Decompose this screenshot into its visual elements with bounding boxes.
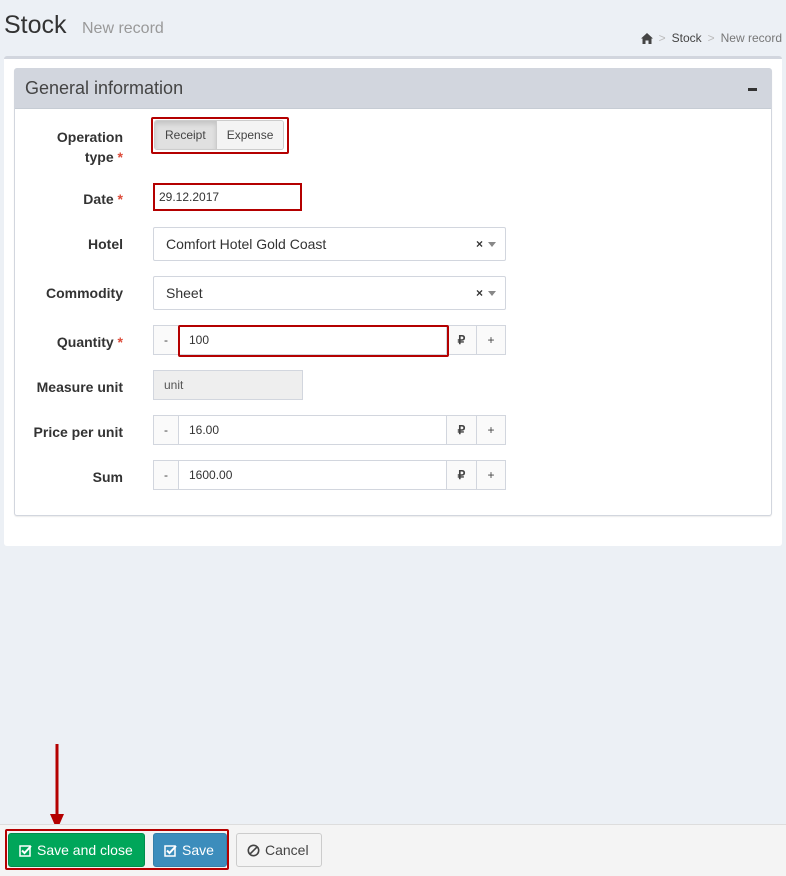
price-stepper: - 16.00 ₽ + [153,415,506,445]
sum-input[interactable]: 1600.00 [178,460,447,490]
ruble-icon: ₽ [446,415,477,445]
increment-button[interactable]: + [476,460,506,490]
minus-icon[interactable] [745,81,761,97]
breadcrumb-stock-link[interactable]: Stock [672,31,702,45]
increment-button[interactable]: + [476,325,506,355]
sum-label: Sum [92,469,123,485]
price-input[interactable]: 16.00 [178,415,447,445]
date-input[interactable]: 29.12.2017 [153,183,302,211]
chevron-down-icon[interactable] [488,291,496,296]
quantity-label-text: Quantity [56,334,114,350]
quantity-input[interactable]: 100 [178,325,447,355]
clear-icon[interactable]: × [476,277,483,309]
check-square-icon [19,844,32,857]
sum-stepper: - 1600.00 ₽ + [153,460,506,490]
increment-button[interactable]: + [476,415,506,445]
receipt-option[interactable]: Receipt [155,121,217,149]
decrement-button[interactable]: - [153,325,179,355]
breadcrumb-separator: > [658,31,666,45]
operation-type-toggle: Receipt Expense [154,120,285,150]
save-button[interactable]: Save [153,833,227,867]
commodity-select-value: Sheet [166,285,203,301]
operation-type-label-line2: type [84,149,114,165]
cancel-label: Cancel [265,842,309,858]
page-subtitle: New record [82,20,164,37]
commodity-select[interactable]: Sheet × [153,276,506,310]
operation-type-label-line1: Operation [56,129,123,145]
save-and-close-button[interactable]: Save and close [8,833,145,867]
cancel-button[interactable]: Cancel [236,833,322,867]
annotation-arrow-icon [50,744,64,830]
home-icon[interactable] [640,32,653,44]
page-header: Stock New record > Stock > New record [0,0,786,56]
quantity-stepper: - 100 ₽ + [153,325,506,355]
ruble-icon: ₽ [446,325,477,355]
quantity-label: Quantity * [20,332,123,352]
price-per-unit-label: Price per unit [33,424,123,440]
required-marker: * [117,334,123,350]
ban-icon [247,844,260,856]
save-and-close-label: Save and close [37,842,133,858]
breadcrumb: > Stock > New record [640,31,782,45]
clear-icon[interactable]: × [476,228,483,260]
check-square-icon [164,844,177,857]
panel-title: General information [25,78,184,98]
date-label-text: Date [83,191,114,207]
hotel-select-value: Comfort Hotel Gold Coast [166,236,327,252]
required-marker: * [117,149,123,165]
expense-option[interactable]: Expense [216,121,284,149]
hotel-label: Hotel [88,236,123,252]
operation-type-label: Operation type * [40,127,123,167]
save-label: Save [182,842,214,858]
breadcrumb-current: New record [720,31,782,45]
decrement-button[interactable]: - [153,460,179,490]
commodity-label: Commodity [46,285,123,301]
ruble-icon: ₽ [446,460,477,490]
breadcrumb-separator: > [707,31,715,45]
hotel-select[interactable]: Comfort Hotel Gold Coast × [153,227,506,261]
page-title: Stock [4,11,67,39]
decrement-button[interactable]: - [153,415,179,445]
required-marker: * [117,191,123,207]
chevron-down-icon[interactable] [488,242,496,247]
measure-unit-label: Measure unit [36,379,123,395]
date-label: Date * [40,189,123,209]
measure-unit-field: unit [153,370,303,400]
panel-header: General information [15,69,771,109]
